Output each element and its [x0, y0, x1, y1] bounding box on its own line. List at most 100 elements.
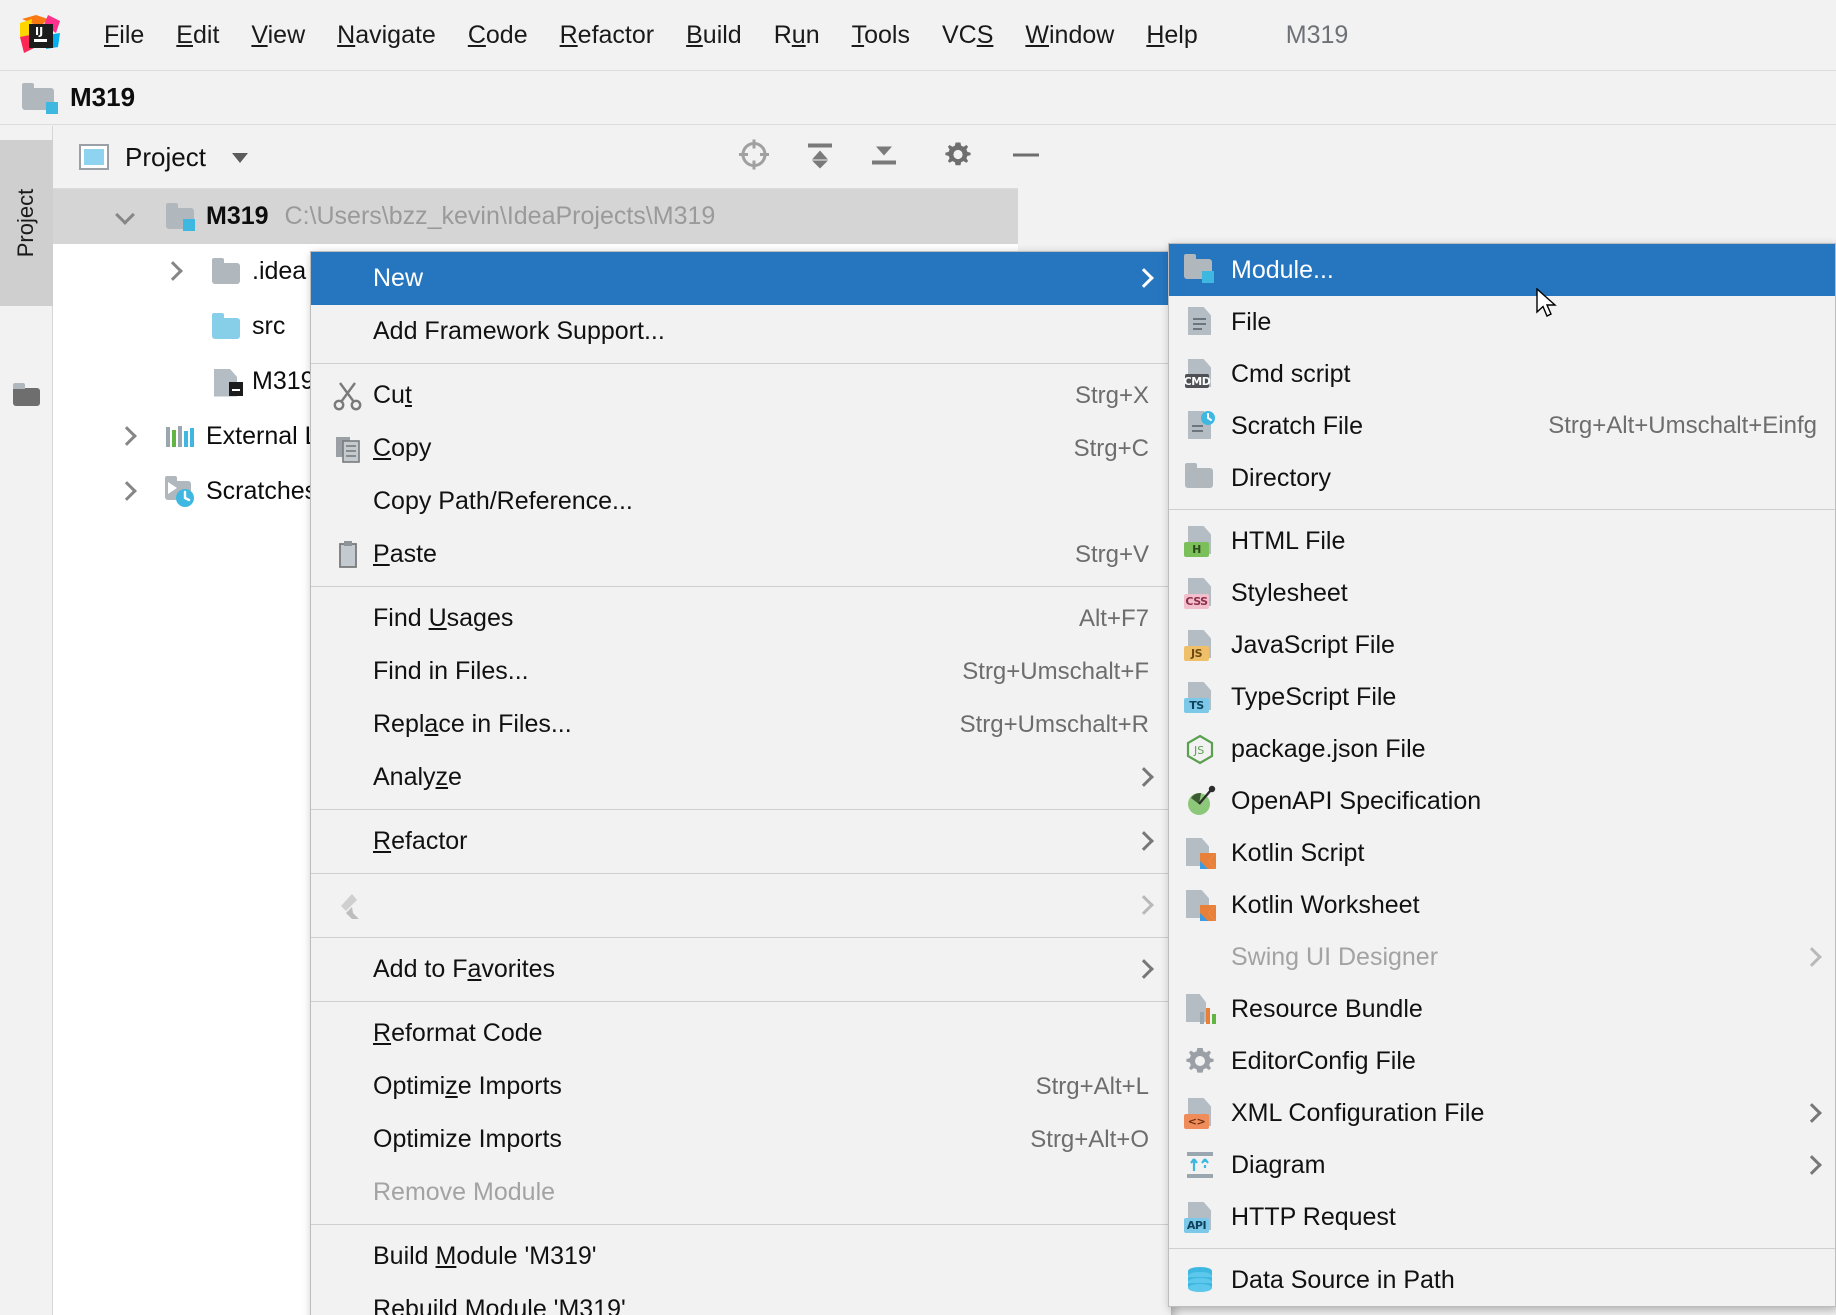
menu-separator — [311, 937, 1171, 938]
menu-item-label: Refactor — [373, 827, 468, 855]
tree-project-path: C:\Users\bzz_kevin\IdeaProjects\M319 — [284, 202, 716, 230]
submenu-item-xml-configuration-file[interactable]: <> XML Configuration File — [1169, 1087, 1835, 1139]
menu-item-new[interactable]: New — [311, 252, 1171, 305]
submenu-item-label: Diagram — [1231, 1150, 1326, 1179]
breadcrumb: M319 — [0, 71, 1836, 125]
menu-item-analyze[interactable]: Analyze — [311, 751, 1171, 804]
submenu-item-data-source-in-path[interactable]: Data Source in Path — [1169, 1254, 1835, 1306]
submenu-item-label: Stylesheet — [1231, 578, 1348, 607]
menu-view[interactable]: View — [235, 15, 321, 56]
menu-item-remove-module[interactable]: Optimize Imports Strg+Alt+O — [311, 1113, 1171, 1166]
tree-label: .idea — [252, 257, 307, 285]
expand-all-icon[interactable] — [867, 138, 901, 177]
menu-refactor[interactable]: Refactor — [544, 15, 671, 56]
menu-run[interactable]: Run — [758, 15, 836, 56]
menu-item-flutter — [311, 879, 1171, 932]
folder-icon[interactable] — [13, 383, 41, 406]
submenu-item-html-file[interactable]: H HTML File — [1169, 515, 1835, 567]
menu-help[interactable]: Help — [1130, 15, 1213, 56]
menu-item-add-to-favorites[interactable]: Add to Favorites — [311, 943, 1171, 996]
submenu-item-resource-bundle[interactable]: Resource Bundle — [1169, 983, 1835, 1035]
submenu-item-typescript-file[interactable]: TS TypeScript File — [1169, 671, 1835, 723]
menu-item-reformat-code[interactable]: Reformat Code — [311, 1007, 1171, 1060]
folder-icon — [209, 257, 243, 287]
menu-item-build-module[interactable]: Build Module 'M319' — [311, 1230, 1171, 1283]
menu-code[interactable]: Code — [452, 15, 544, 56]
submenu-item-kotlin-script[interactable]: Kotlin Script — [1169, 827, 1835, 879]
submenu-item-javascript-file[interactable]: JS JavaScript File — [1169, 619, 1835, 671]
intellij-idea-logo-icon: IJ — [18, 13, 62, 57]
submenu-item-kotlin-worksheet[interactable]: Kotlin Worksheet — [1169, 879, 1835, 931]
submenu-item-label: package.json File — [1231, 734, 1426, 763]
menu-tools[interactable]: Tools — [836, 15, 926, 56]
submenu-item-scratch-file[interactable]: Scratch File Strg+Alt+Umschalt+Einfg — [1169, 400, 1835, 452]
chevron-right-icon[interactable] — [115, 481, 137, 503]
submenu-item-file[interactable]: File — [1169, 296, 1835, 348]
context-menu: New Add Framework Support... Cut Strg+X — [310, 251, 1172, 1315]
menu-item-replace-in-files[interactable]: Replace in Files... Strg+Umschalt+R — [311, 698, 1171, 751]
menu-build[interactable]: Build — [670, 15, 758, 56]
menu-item-label: Remove Module — [373, 1178, 556, 1206]
submenu-item-diagram[interactable]: Diagram — [1169, 1139, 1835, 1191]
submenu-item-module[interactable]: Module... — [1169, 244, 1835, 296]
menu-item-label: Optimize Imports — [373, 1072, 562, 1100]
menu-file[interactable]: File — [88, 15, 160, 56]
scroll-from-source-icon[interactable] — [737, 138, 771, 177]
menu-item-cut[interactable]: Cut Strg+X — [311, 369, 1171, 422]
settings-gear-icon[interactable] — [941, 138, 975, 177]
sidebar-tab-project[interactable]: Project — [0, 140, 53, 306]
menu-item-shortcut: Strg+C — [1073, 434, 1149, 462]
kotlin-worksheet-icon — [1183, 888, 1217, 922]
submenu-item-label: Module... — [1231, 255, 1334, 284]
menu-edit[interactable]: Edit — [160, 15, 235, 56]
menu-item-copy[interactable]: Copy Strg+C — [311, 422, 1171, 475]
menu-window[interactable]: Window — [1009, 15, 1130, 56]
menu-item-find-in-files[interactable]: Find in Files... Strg+Umschalt+F — [311, 645, 1171, 698]
submenu-item-editorconfig-file[interactable]: EditorConfig File — [1169, 1035, 1835, 1087]
iml-file-icon — [209, 367, 243, 397]
menu-item-paste[interactable]: Paste Strg+V — [311, 528, 1171, 581]
submenu-item-http-request[interactable]: API HTTP Request — [1169, 1191, 1835, 1243]
submenu-item-label: HTTP Request — [1231, 1202, 1396, 1231]
chevron-right-icon[interactable] — [161, 261, 183, 283]
menu-item-optimize-imports[interactable]: Optimize Imports Strg+Alt+L — [311, 1060, 1171, 1113]
chevron-right-icon — [1135, 961, 1151, 977]
javascript-file-icon: JS — [1183, 628, 1217, 662]
menu-separator — [311, 1001, 1171, 1002]
source-folder-icon — [209, 312, 243, 342]
menu-item-refactor[interactable]: Refactor — [311, 815, 1171, 868]
scissors-icon — [331, 379, 365, 413]
chevron-right-icon — [1803, 1157, 1819, 1173]
left-tool-strip: Project — [0, 126, 53, 1315]
menu-navigate[interactable]: Navigate — [321, 15, 452, 56]
menu-item-shortcut: Strg+Umschalt+R — [959, 710, 1149, 738]
submenu-item-label: File — [1231, 307, 1272, 336]
submenu-item-openapi-specification[interactable]: OpenAPI Specification — [1169, 775, 1835, 827]
chevron-right-icon — [1135, 833, 1151, 849]
menu-item-rebuild-module[interactable]: Rebuild Module 'M319' — [311, 1283, 1171, 1315]
chevron-down-icon[interactable] — [228, 145, 252, 169]
submenu-item-cmd-script[interactable]: CMD Cmd script — [1169, 348, 1835, 400]
submenu-item-package-json-file[interactable]: JS package.json File — [1169, 723, 1835, 775]
menu-item-label: Find in Files... — [373, 657, 529, 685]
menu-item-copy-path-reference[interactable]: Copy Path/Reference... — [311, 475, 1171, 528]
project-panel-title: Project — [125, 141, 206, 172]
submenu-item-label: Data Source in Path — [1231, 1265, 1455, 1294]
cmd-script-icon: CMD — [1183, 357, 1217, 391]
submenu-item-label: Kotlin Worksheet — [1231, 890, 1420, 919]
submenu-item-directory[interactable]: Directory — [1169, 452, 1835, 504]
menu-item-find-usages[interactable]: Find Usages Alt+F7 — [311, 592, 1171, 645]
tree-row-m319[interactable]: M319 C:\Users\bzz_kevin\IdeaProjects\M31… — [53, 189, 1018, 244]
menu-item-add-framework-support[interactable]: Add Framework Support... — [311, 305, 1171, 358]
copy-icon — [331, 432, 365, 466]
menu-vcs[interactable]: VCS — [926, 15, 1009, 56]
chevron-right-icon[interactable] — [115, 426, 137, 448]
kotlin-script-icon — [1183, 836, 1217, 870]
submenu-item-stylesheet[interactable]: CSS Stylesheet — [1169, 567, 1835, 619]
module-folder-icon — [1183, 253, 1217, 287]
chevron-down-icon[interactable] — [115, 206, 137, 228]
collapse-all-icon[interactable] — [803, 138, 837, 177]
hide-minimize-icon[interactable] — [1009, 138, 1043, 177]
